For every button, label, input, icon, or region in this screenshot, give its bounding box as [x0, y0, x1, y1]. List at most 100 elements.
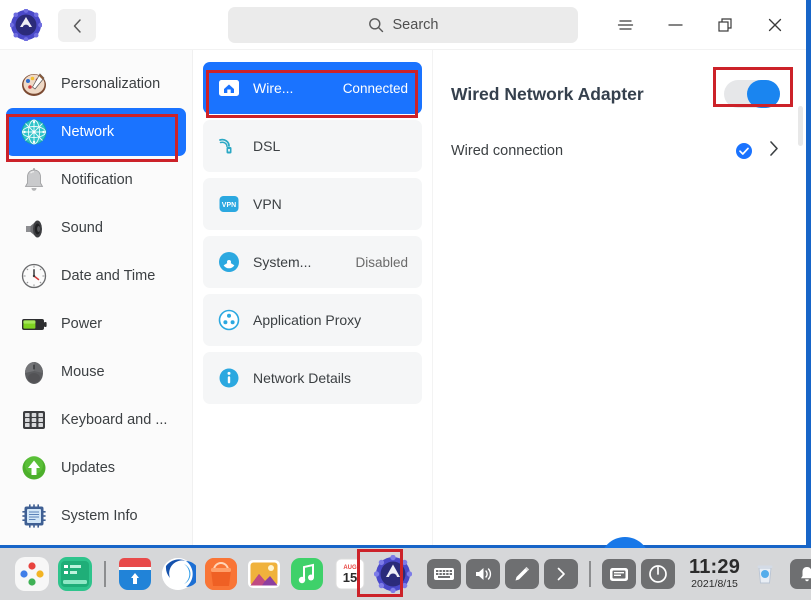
sidebar-item-label: Mouse — [61, 364, 105, 380]
minimize-button[interactable] — [650, 0, 700, 50]
sidebar-item-date-and-time[interactable]: Date and Time — [6, 252, 186, 300]
window-body: Personalization Network Notification Sou… — [0, 50, 806, 545]
sidebar-item-label: Power — [61, 316, 103, 332]
network-item-status: Disabled — [355, 254, 408, 270]
taskbar-photos[interactable] — [244, 554, 284, 594]
bell-icon — [20, 166, 48, 194]
network-globe-icon — [20, 118, 48, 146]
volume-tray-icon[interactable] — [466, 559, 500, 589]
taskbar-music[interactable] — [287, 554, 327, 594]
settings-gear-logo-icon — [9, 8, 43, 42]
sidebar-item-label: Network — [61, 124, 115, 140]
network-list-item-application-proxy[interactable]: Application Proxy — [203, 294, 422, 346]
sidebar-item-label: Notification — [61, 172, 133, 188]
clock-time: 11:29 — [689, 556, 741, 579]
network-list-item-wired[interactable]: Wire... Connected — [203, 62, 422, 114]
expand-tray-icon[interactable] — [544, 559, 578, 589]
taskbar-app-store[interactable] — [115, 554, 155, 594]
vpn-icon: VPN — [217, 192, 241, 216]
sidebar-item-system-info[interactable]: System Info — [6, 492, 186, 540]
network-list-item-system-proxy[interactable]: System... Disabled — [203, 236, 422, 288]
connection-name-label: Wired connection — [451, 143, 564, 159]
keyboard-icon — [20, 406, 48, 434]
network-list-item-network-details[interactable]: Network Details — [203, 352, 422, 404]
keyboard-tray-icon[interactable] — [427, 559, 461, 589]
search-input[interactable]: Search — [228, 7, 578, 43]
title-bar: Search — [0, 0, 806, 50]
maximize-button[interactable] — [700, 0, 750, 50]
bell-tray-icon[interactable] — [790, 559, 811, 589]
sidebar-item-keyboard[interactable]: Keyboard and ... — [6, 396, 186, 444]
chip-document-icon — [20, 502, 48, 530]
trash-icon[interactable] — [745, 554, 785, 594]
page-title: Wired Network Adapter — [451, 83, 644, 104]
close-icon — [768, 18, 782, 32]
network-item-name: VPN — [253, 196, 282, 212]
system-proxy-icon — [217, 250, 241, 274]
wired-adapter-icon — [217, 76, 241, 100]
network-item-name: Wire... — [253, 80, 294, 96]
network-list-item-vpn[interactable]: VPN VPN — [203, 178, 422, 230]
close-button[interactable] — [750, 0, 800, 50]
taskbar-control-center-settings[interactable] — [373, 554, 413, 594]
sidebar-item-sound[interactable]: Sound — [6, 204, 186, 252]
detail-scrollbar[interactable] — [798, 106, 803, 146]
taskbar-app-area: AUG 15 — [0, 554, 413, 594]
restore-window-icon — [717, 18, 732, 32]
desktop: Search Personalization Network Notificat… — [0, 0, 811, 600]
sidebar-item-label: Date and Time — [61, 268, 156, 284]
window-controls — [600, 0, 800, 50]
application-proxy-icon — [217, 308, 241, 332]
taskbar-terminal[interactable] — [55, 554, 95, 594]
back-button[interactable] — [58, 9, 96, 42]
battery-icon — [20, 310, 48, 338]
brightness-pen-tray-icon[interactable] — [505, 559, 539, 589]
chevron-left-icon — [73, 18, 81, 33]
sidebar-item-notification[interactable]: Notification — [6, 156, 186, 204]
display-tray-icon[interactable] — [602, 559, 636, 589]
detail-pane: Wired Network Adapter Wired connection — [433, 50, 806, 545]
network-item-name: Application Proxy — [253, 312, 362, 328]
network-item-name: Network Details — [253, 370, 352, 386]
sidebar-item-label: System Info — [61, 508, 138, 524]
detail-header: Wired Network Adapter — [451, 74, 780, 114]
check-circle-icon — [735, 142, 753, 160]
settings-window: Search Personalization Network Notificat… — [0, 0, 806, 545]
sidebar-item-power[interactable]: Power — [6, 300, 186, 348]
info-icon — [217, 366, 241, 390]
taskbar-calendar[interactable]: AUG 15 — [330, 554, 370, 594]
taskbar-app-launcher[interactable] — [12, 554, 52, 594]
clock-date: 2021/8/15 — [691, 578, 738, 591]
taskbar-separator — [104, 561, 106, 587]
taskbar-file-manager[interactable] — [201, 554, 241, 594]
network-list-item-dsl[interactable]: DSL — [203, 120, 422, 172]
network-item-name: DSL — [253, 138, 281, 154]
sidebar-item-network[interactable]: Network — [6, 108, 186, 156]
taskbar-tray-separator — [589, 561, 591, 587]
wired-adapter-toggle[interactable] — [724, 80, 780, 108]
svg-text:VPN: VPN — [222, 202, 236, 209]
chevron-right-icon[interactable] — [767, 140, 780, 162]
sidebar-item-mouse[interactable]: Mouse — [6, 348, 186, 396]
mouse-icon — [20, 358, 48, 386]
power-tray-icon[interactable] — [641, 559, 675, 589]
menu-button[interactable] — [600, 0, 650, 50]
wired-connection-row[interactable]: Wired connection — [451, 134, 780, 168]
dsl-icon — [217, 134, 241, 158]
taskbar-clock[interactable]: 11:29 2021/8/15 — [689, 557, 740, 590]
taskbar-tray: 11:29 2021/8/15 — [427, 554, 811, 594]
toggle-knob — [747, 80, 780, 108]
up-arrow-circle-icon — [20, 454, 48, 482]
sidebar-item-updates[interactable]: Updates — [6, 444, 186, 492]
taskbar: AUG 15 11:29 2021/8/15 — [0, 548, 811, 600]
sidebar-item-label: Sound — [61, 220, 103, 236]
sidebar-item-personalization[interactable]: Personalization — [6, 60, 186, 108]
network-item-status: Connected — [342, 80, 408, 96]
network-list: Wire... Connected DSL VPN VPN System... … — [193, 50, 433, 545]
hamburger-menu-icon — [617, 20, 633, 30]
clock-icon — [20, 262, 48, 290]
taskbar-browser[interactable] — [158, 554, 198, 594]
sidebar-item-label: Keyboard and ... — [61, 412, 168, 428]
sidebar: Personalization Network Notification Sou… — [0, 50, 193, 545]
paint-palette-icon — [20, 70, 48, 98]
